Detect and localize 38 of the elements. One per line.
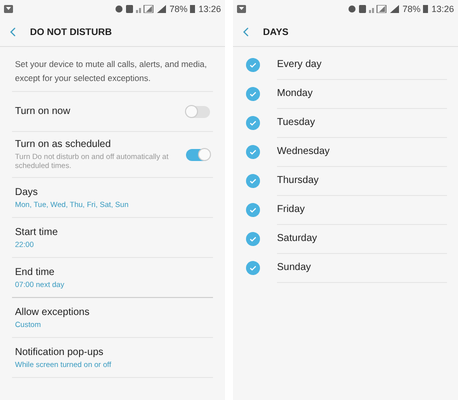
back-icon[interactable]	[10, 27, 16, 37]
clock: 13:26	[431, 4, 454, 14]
checkbox[interactable]	[246, 86, 260, 100]
day-label[interactable]: Monday	[277, 88, 313, 98]
screen-title: DAYS	[263, 26, 289, 38]
description: Set your device to mute all calls, alerts, and media, except for your selected exceptions.	[12, 57, 213, 92]
checkbox[interactable]	[246, 232, 260, 246]
day-label[interactable]: Saturday	[277, 232, 318, 244]
checkbox[interactable]	[246, 116, 260, 130]
day-label[interactable]: Tuesday	[277, 116, 315, 128]
checkbox[interactable]	[246, 144, 260, 158]
toggle-switch[interactable]	[186, 106, 210, 118]
back-icon[interactable]	[243, 27, 249, 37]
setting-label[interactable]: Turn on as scheduled	[15, 139, 180, 150]
screen-title: DO NOT DISTURB	[30, 26, 112, 38]
day-label[interactable]: Every day	[277, 58, 322, 70]
day-label[interactable]: Thursday	[277, 174, 319, 186]
signal-icon	[136, 5, 154, 13]
checkbox[interactable]	[246, 58, 260, 72]
setting-label[interactable]: Days	[15, 186, 210, 198]
notification-icon	[237, 5, 246, 13]
clock: 13:26	[198, 4, 221, 14]
battery-percentage: 78%	[169, 4, 188, 14]
notification-icon	[4, 5, 13, 13]
checkbox[interactable]	[246, 260, 260, 274]
setting-label[interactable]: Allow exceptions	[15, 306, 210, 318]
setting-label[interactable]: End time	[15, 266, 210, 278]
toggle-switch[interactable]	[186, 148, 210, 160]
day-label[interactable]: Sunday	[277, 262, 311, 272]
signal-icon	[369, 5, 388, 13]
day-label[interactable]: Wednesday	[277, 146, 330, 156]
setting-label[interactable]: Turn on now	[15, 106, 180, 117]
battery-percentage: 78%	[402, 4, 420, 14]
checkbox[interactable]	[246, 202, 260, 216]
setting-label[interactable]: Notification pop-ups	[15, 346, 210, 358]
setting-label[interactable]: Start time	[15, 226, 210, 238]
day-label[interactable]: Friday	[277, 204, 305, 214]
checkbox[interactable]	[246, 174, 260, 188]
